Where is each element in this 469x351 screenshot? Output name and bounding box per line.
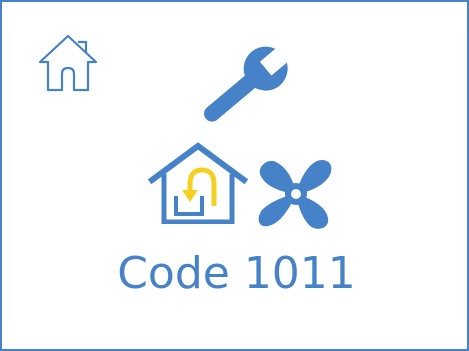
fan-icon <box>258 160 332 229</box>
house-return-indicator <box>146 140 250 225</box>
home-button[interactable] <box>34 30 102 94</box>
display-screen: Code 1011 <box>0 0 469 351</box>
wrench-icon <box>204 45 292 122</box>
house-return-icon <box>147 142 249 225</box>
home-icon <box>38 34 98 92</box>
fan-indicator <box>250 152 342 236</box>
wrench-indicator <box>190 38 300 134</box>
status-code-label: Code 1011 <box>117 248 356 299</box>
